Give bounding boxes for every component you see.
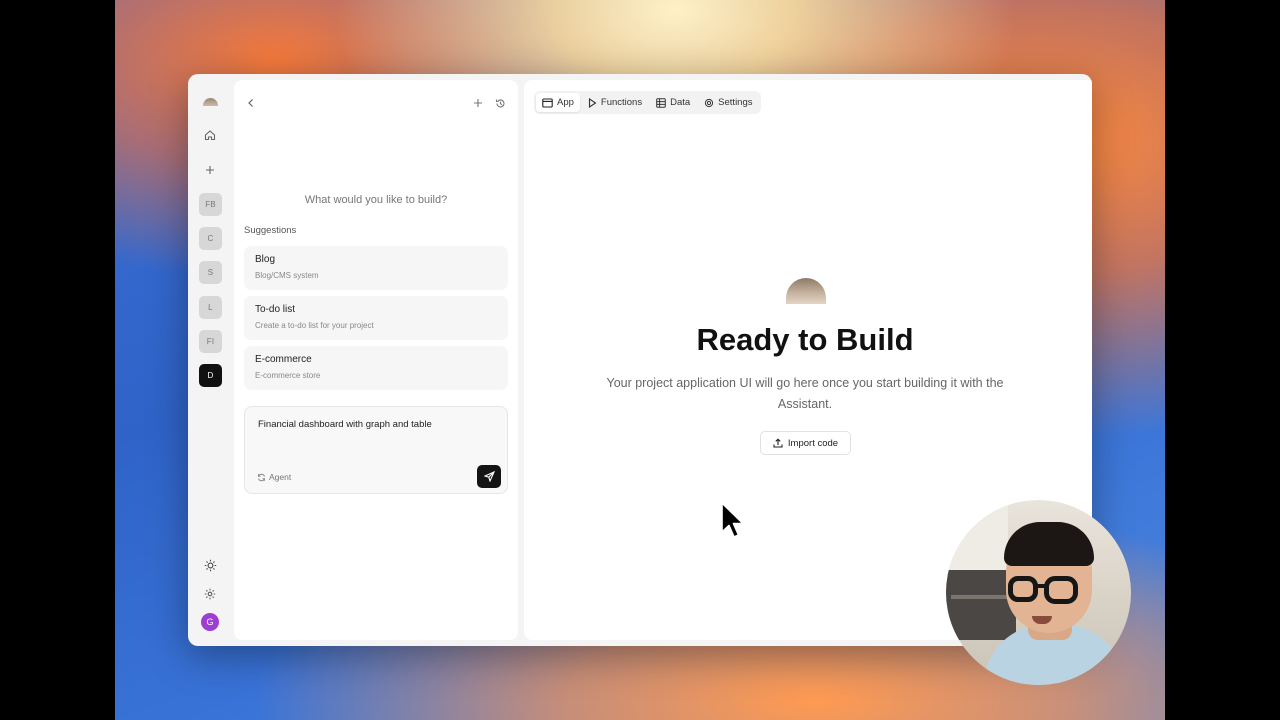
project-c[interactable]: C <box>199 227 222 250</box>
new-project-icon[interactable] <box>198 158 222 182</box>
build-prompt-question: What would you like to build? <box>304 194 448 206</box>
theme-toggle-sun-icon[interactable] <box>198 553 222 577</box>
webcam-background <box>946 500 1008 575</box>
tab-label: Settings <box>718 97 753 108</box>
import-code-label: Import code <box>787 437 839 449</box>
brand-logo <box>786 278 826 304</box>
tab-label: Data <box>670 97 691 108</box>
project-l[interactable]: L <box>199 296 222 319</box>
home-icon[interactable] <box>198 123 222 147</box>
mouse-cursor-icon <box>721 502 744 538</box>
table-icon <box>656 97 666 108</box>
suggestion-title: E-commerce <box>255 354 312 365</box>
assistant-panel: What would you like to build? Suggestion… <box>234 80 518 640</box>
project-s[interactable]: S <box>199 261 222 284</box>
agent-mode-toggle[interactable]: Agent <box>257 472 291 482</box>
tab-data[interactable]: Data <box>650 93 696 112</box>
tab-label: App <box>557 97 574 108</box>
back-chevron-icon[interactable] <box>244 96 258 110</box>
webcam-background <box>951 595 1011 599</box>
view-tabs: App Functions Data Settings <box>534 91 761 114</box>
upload-icon <box>773 438 783 448</box>
ready-heading: Ready to Build <box>696 322 914 357</box>
project-fi[interactable]: FI <box>199 330 222 353</box>
send-button[interactable] <box>477 465 501 488</box>
empty-state-description: Your project application UI will go here… <box>606 376 1004 411</box>
suggestion-blog[interactable]: Blog Blog/CMS system <box>244 246 508 290</box>
composer-input-text[interactable]: Financial dashboard with graph and table <box>258 419 432 430</box>
app-logo-icon[interactable] <box>198 88 222 112</box>
suggestion-description: E-commerce store <box>255 371 321 380</box>
webcam-overlay <box>946 500 1131 685</box>
agent-mode-label: Agent <box>269 472 292 482</box>
new-chat-plus-icon[interactable] <box>471 96 485 110</box>
suggestion-ecommerce[interactable]: E-commerce E-commerce store <box>244 346 508 390</box>
refresh-icon <box>258 473 265 481</box>
glasses-bridge <box>1036 584 1046 588</box>
glasses-right <box>1044 576 1078 604</box>
message-composer[interactable]: Financial dashboard with graph and table… <box>244 406 508 494</box>
icon-rail: FB C S L FI D G <box>188 74 232 646</box>
import-code-button[interactable]: Import code <box>760 431 851 455</box>
suggestion-description: Blog/CMS system <box>255 271 319 280</box>
user-avatar[interactable]: G <box>201 613 219 631</box>
window-icon <box>542 97 553 108</box>
suggestion-title: Blog <box>255 254 276 265</box>
send-icon <box>483 471 495 482</box>
project-d[interactable]: D <box>199 364 222 387</box>
tab-app[interactable]: App <box>536 93 580 112</box>
suggestion-description: Create a to-do list for your project <box>255 321 374 330</box>
tab-settings[interactable]: Settings <box>698 93 758 112</box>
suggestions-heading: Suggestions <box>244 225 297 236</box>
project-fb[interactable]: FB <box>199 193 222 216</box>
tab-functions[interactable]: Functions <box>582 93 648 112</box>
suggestion-todo[interactable]: To-do list Create a to-do list for your … <box>244 296 508 340</box>
settings-gear-icon[interactable] <box>198 582 222 606</box>
history-icon[interactable] <box>493 96 507 110</box>
presenter-hair <box>1004 522 1094 566</box>
suggestion-title: To-do list <box>255 304 296 315</box>
tab-label: Functions <box>600 97 643 108</box>
play-icon <box>588 97 597 108</box>
glasses-left <box>1008 576 1038 602</box>
gear-icon <box>705 98 714 107</box>
